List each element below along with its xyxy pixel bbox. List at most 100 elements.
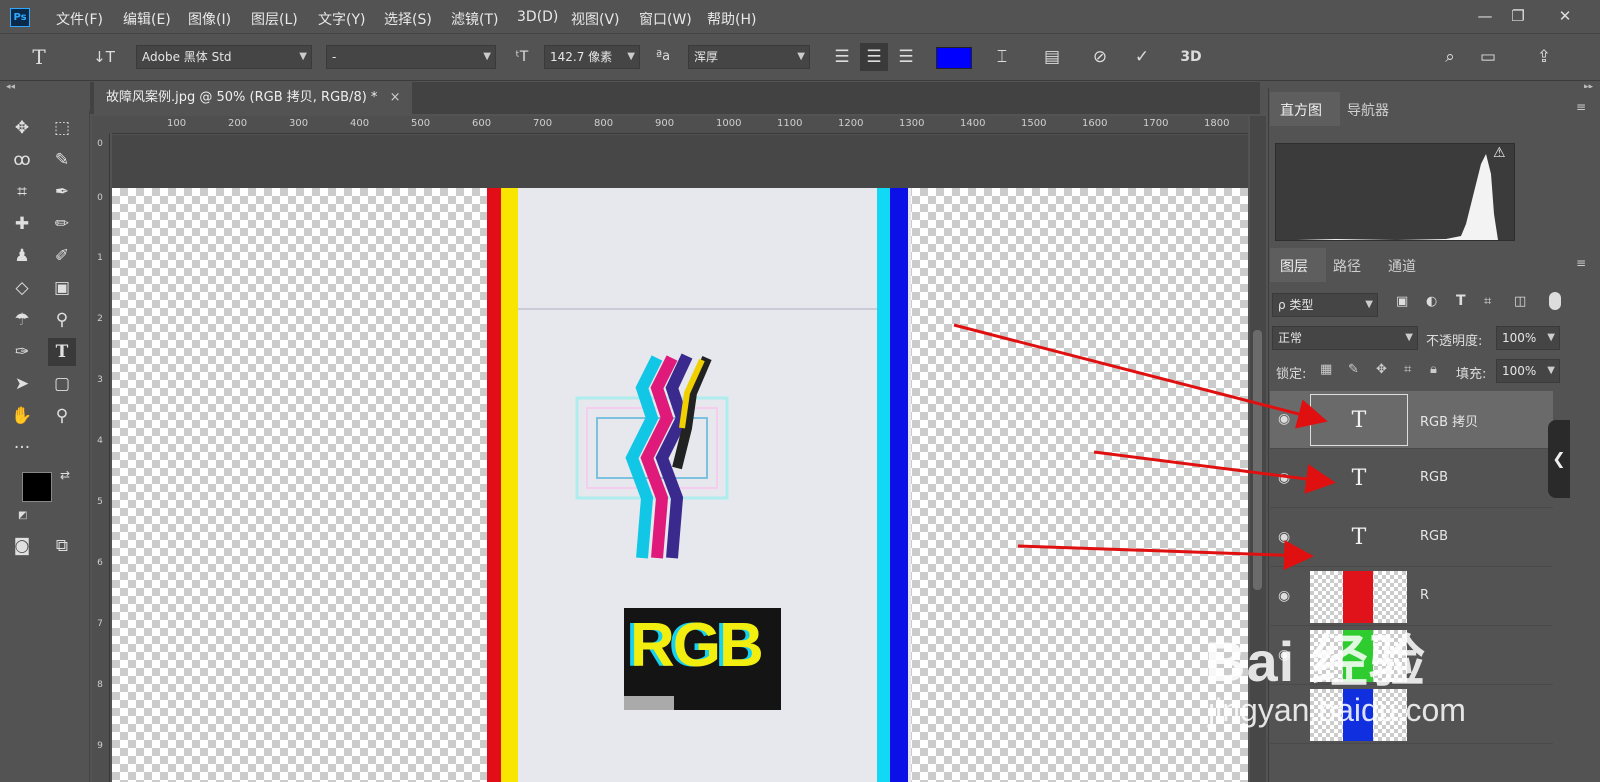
- lasso-tool-icon[interactable]: ꝏ: [8, 146, 36, 174]
- scrollbar-thumb[interactable]: [1253, 330, 1262, 590]
- type-tool-preset-icon[interactable]: T: [26, 45, 52, 69]
- healing-brush-tool-icon[interactable]: ✚: [8, 210, 36, 238]
- brush-tool-icon[interactable]: ✏: [48, 210, 76, 238]
- foreground-color-swatch[interactable]: [22, 472, 52, 502]
- font-style-select[interactable]: - ▼: [326, 45, 496, 69]
- layer-name[interactable]: RGB 拷贝: [1420, 411, 1478, 430]
- layer-filter-select[interactable]: ρ 类型 ▼: [1272, 293, 1378, 317]
- layer-row-rgb[interactable]: ◉ T RGB: [1270, 509, 1553, 567]
- menu-view[interactable]: 视图(V): [571, 9, 620, 29]
- font-family-select[interactable]: Adobe 黑体 Std ▼: [136, 45, 312, 69]
- marquee-tool-icon[interactable]: ⬚: [48, 114, 76, 142]
- close-window-button[interactable]: ✕: [1550, 4, 1580, 28]
- tab-paths[interactable]: 路径: [1333, 256, 1361, 276]
- layer-name[interactable]: RGB: [1420, 529, 1448, 544]
- filter-type-icon[interactable]: T: [1456, 293, 1466, 309]
- menu-window[interactable]: 窗口(W): [639, 9, 692, 29]
- menu-file[interactable]: 文件(F): [56, 9, 103, 29]
- clone-stamp-tool-icon[interactable]: ♟: [8, 242, 36, 270]
- tab-layers[interactable]: 图层: [1270, 248, 1326, 282]
- cancel-edit-icon[interactable]: ⊘: [1088, 45, 1112, 69]
- quick-select-tool-icon[interactable]: ✎: [48, 146, 76, 174]
- move-tool-icon[interactable]: ✥: [8, 114, 36, 142]
- filter-smart-object-icon[interactable]: ◫: [1514, 294, 1526, 309]
- fill-field[interactable]: 100% ▼: [1496, 359, 1560, 383]
- type-tool-icon[interactable]: T: [48, 338, 76, 366]
- history-brush-tool-icon[interactable]: ✐: [48, 242, 76, 270]
- align-left-icon[interactable]: ☰: [830, 45, 854, 69]
- text-color-swatch[interactable]: [936, 47, 972, 69]
- layer-name[interactable]: RGB: [1420, 470, 1448, 485]
- antialias-select[interactable]: 浑厚 ▼: [688, 45, 810, 69]
- menu-3d[interactable]: 3D(D): [517, 9, 558, 25]
- visibility-eye-icon[interactable]: ◉: [1278, 588, 1290, 604]
- layers-menu-icon[interactable]: ≡: [1576, 256, 1586, 270]
- panel-menu-icon[interactable]: ≡: [1576, 100, 1586, 114]
- zoom-tool-icon[interactable]: ⚲: [48, 402, 76, 430]
- commit-edit-icon[interactable]: ✓: [1130, 45, 1154, 69]
- visibility-eye-icon[interactable]: ◉: [1278, 411, 1290, 427]
- menu-select[interactable]: 选择(S): [384, 9, 432, 29]
- character-panel-icon[interactable]: ▤: [1040, 45, 1064, 69]
- minimize-button[interactable]: —: [1470, 4, 1500, 28]
- filter-pixel-icon[interactable]: ▣: [1396, 294, 1408, 309]
- menu-filter[interactable]: 滤镜(T): [451, 9, 498, 29]
- warp-text-icon[interactable]: ⌶: [990, 45, 1014, 69]
- lock-all-icon[interactable]: 🔒︎: [1430, 362, 1437, 377]
- filter-adjustment-icon[interactable]: ◐: [1426, 294, 1437, 309]
- lock-pixels-icon[interactable]: ✎: [1348, 362, 1359, 377]
- dodge-tool-icon[interactable]: ⚲: [48, 306, 76, 334]
- eyedropper-tool-icon[interactable]: ✒: [48, 178, 76, 206]
- gradient-tool-icon[interactable]: ▣: [48, 274, 76, 302]
- pen-tool-icon[interactable]: ✑: [8, 338, 36, 366]
- warning-icon[interactable]: ⚠: [1493, 145, 1506, 161]
- eraser-tool-icon[interactable]: ◇: [8, 274, 36, 302]
- filter-toggle[interactable]: [1549, 292, 1561, 310]
- collapse-toolbar-icon[interactable]: ◂◂: [6, 82, 15, 92]
- ruler-tick: 1600: [1082, 118, 1108, 129]
- layer-row-rgb-copy[interactable]: ◉ T RGB 拷贝: [1270, 391, 1553, 449]
- lock-position-icon[interactable]: ✥: [1376, 362, 1387, 377]
- align-right-icon[interactable]: ☰: [894, 45, 918, 69]
- blend-mode-select[interactable]: 正常 ▼: [1272, 326, 1418, 350]
- default-colors-icon[interactable]: ◩: [18, 510, 27, 521]
- search-icon[interactable]: ⌕: [1438, 45, 1462, 69]
- menu-layer[interactable]: 图层(L): [251, 9, 298, 29]
- filter-shape-icon[interactable]: ⌗: [1484, 294, 1491, 309]
- close-tab-icon[interactable]: ×: [390, 90, 401, 105]
- align-center-icon[interactable]: ☰: [860, 43, 888, 71]
- ruler-tick: 100: [167, 118, 187, 129]
- visibility-eye-icon[interactable]: ◉: [1278, 529, 1290, 545]
- restore-button[interactable]: ❐: [1503, 4, 1533, 28]
- screen-mode-icon[interactable]: ⧉: [48, 532, 76, 560]
- tab-navigator[interactable]: 导航器: [1347, 100, 1389, 120]
- opacity-field[interactable]: 100% ▼: [1496, 326, 1560, 350]
- layer-row-rgb[interactable]: ◉ T RGB: [1270, 450, 1553, 508]
- document-canvas[interactable]: RGB RGB: [112, 135, 1248, 782]
- collapse-panel-button[interactable]: ❮: [1548, 420, 1570, 498]
- menu-help[interactable]: 帮助(H): [707, 9, 756, 29]
- visibility-eye-icon[interactable]: ◉: [1278, 470, 1290, 486]
- layer-name[interactable]: R: [1420, 588, 1429, 603]
- crop-tool-icon[interactable]: ⌗: [8, 178, 36, 206]
- blur-tool-icon[interactable]: ☂: [8, 306, 36, 334]
- menu-edit[interactable]: 编辑(E): [123, 9, 171, 29]
- tab-channels[interactable]: 通道: [1388, 256, 1416, 276]
- text-orientation-icon[interactable]: ↓T: [92, 45, 116, 69]
- shape-tool-icon[interactable]: ▢: [48, 370, 76, 398]
- quick-mask-icon[interactable]: ◙: [8, 532, 36, 560]
- swap-colors-icon[interactable]: ⇄: [60, 468, 70, 482]
- 3d-button[interactable]: 3D: [1176, 45, 1206, 69]
- font-size-field[interactable]: 142.7 像素 ▼: [544, 45, 640, 69]
- more-tools-icon[interactable]: ···: [8, 434, 36, 462]
- lock-artboard-icon[interactable]: ⌗: [1404, 362, 1411, 377]
- tab-histogram[interactable]: 直方图: [1270, 92, 1340, 126]
- menu-type[interactable]: 文字(Y): [318, 9, 365, 29]
- path-select-tool-icon[interactable]: ➤: [8, 370, 36, 398]
- lock-transparent-icon[interactable]: ▦: [1320, 362, 1332, 377]
- workspace-icon[interactable]: ▭: [1476, 45, 1500, 69]
- hand-tool-icon[interactable]: ✋: [8, 402, 36, 430]
- menu-image[interactable]: 图像(I): [188, 9, 231, 29]
- share-icon[interactable]: ⇪: [1532, 45, 1556, 69]
- document-tab[interactable]: 故障风案例.jpg @ 50% (RGB 拷贝, RGB/8) * ×: [94, 82, 413, 114]
